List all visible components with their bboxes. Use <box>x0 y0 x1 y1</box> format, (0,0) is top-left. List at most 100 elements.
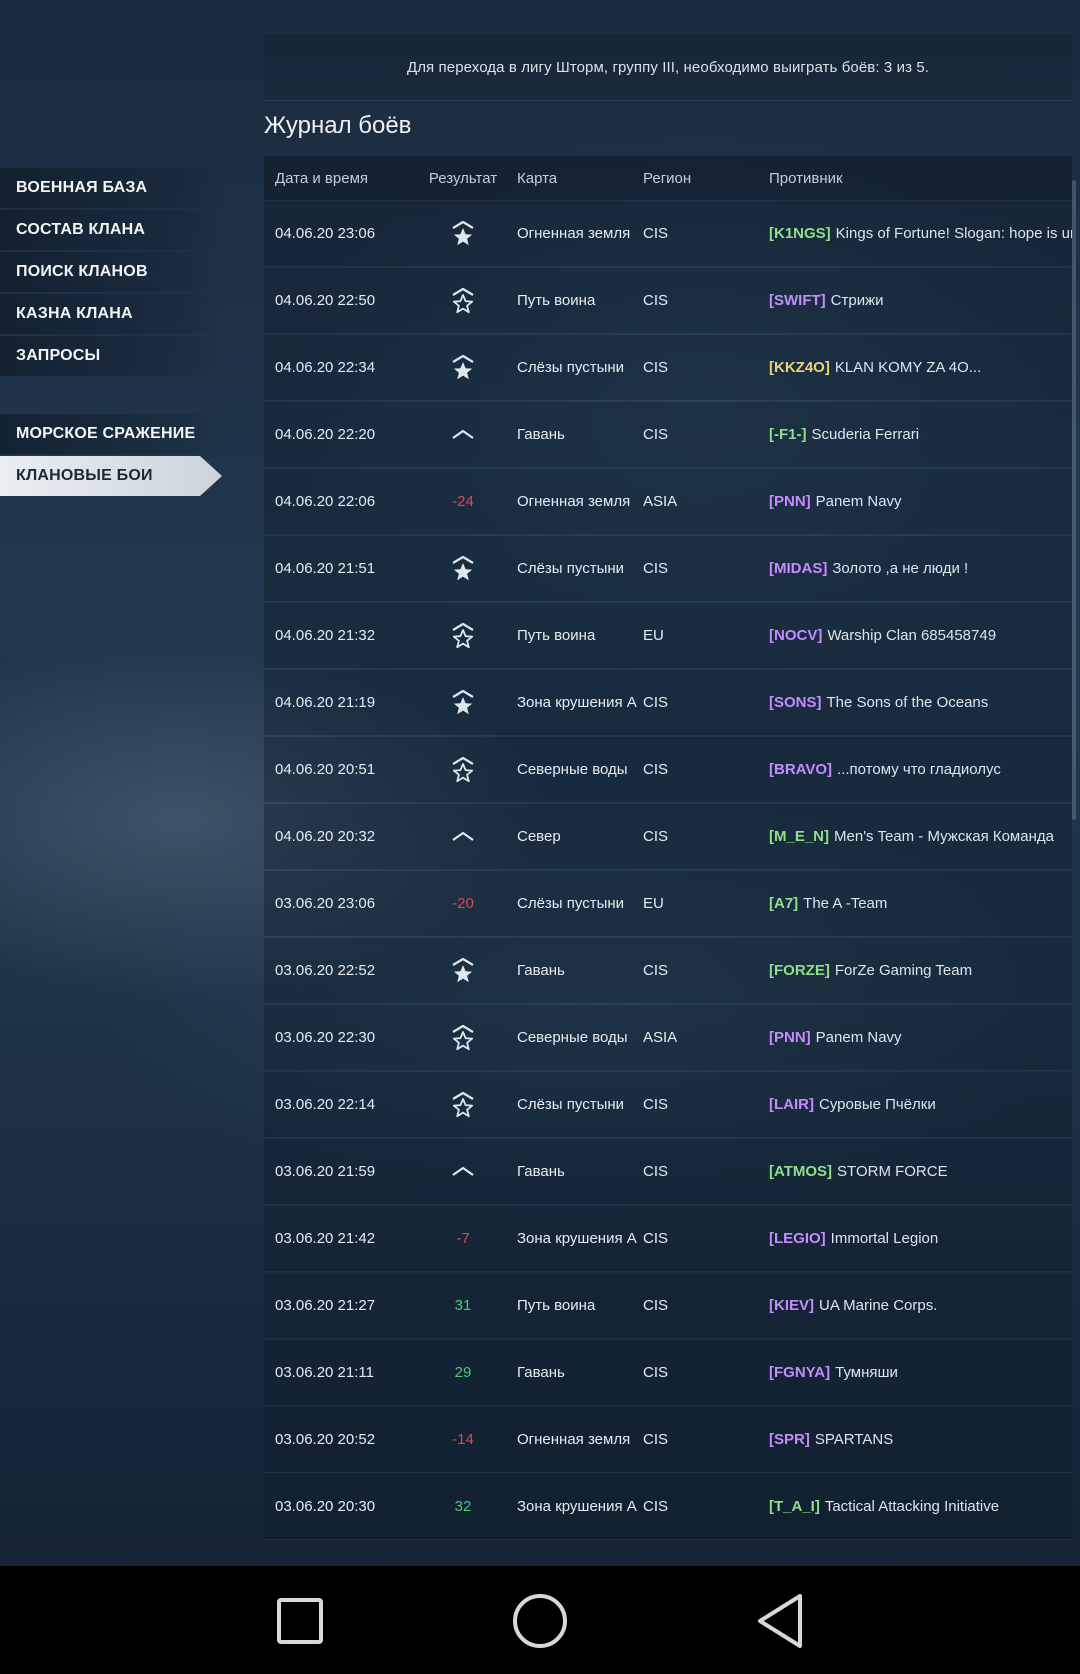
clan-name: The Sons of the Oceans <box>826 694 989 711</box>
cell-region: CIS <box>643 1297 669 1314</box>
header-opponent[interactable]: Противник <box>769 170 1072 187</box>
cell-map: Путь воина <box>517 627 596 644</box>
cell-map: Огненная земля <box>517 1431 631 1448</box>
result-points: -24 <box>452 493 474 510</box>
sidebar-item-clan-battles[interactable]: КЛАНОВЫЕ БОИ <box>0 456 222 496</box>
header-map[interactable]: Карта <box>517 170 643 187</box>
cell-opponent[interactable]: [LEGIO] Immortal Legion <box>769 1230 1072 1247</box>
cell-date: 03.06.20 23:06 <box>275 895 376 912</box>
star-outline-icon <box>409 621 517 651</box>
clan-name: Scuderia Ferrari <box>811 426 920 443</box>
table-row[interactable]: 04.06.20 20:51 Северные воды CIS [BRAVO]...… <box>264 737 1072 803</box>
table-row[interactable]: 04.06.20 21:32 Путь воина EU [NOCV] Warship … <box>264 603 1072 669</box>
cell-opponent[interactable]: [PNN] Panem Navy <box>769 1029 1072 1046</box>
sidebar-item-clan-roster[interactable]: СОСТАВ КЛАНА <box>0 210 222 250</box>
cell-opponent[interactable]: [M_E_N] Men's Team - Мужская Команда <box>769 828 1072 845</box>
back-triangle-icon[interactable] <box>750 1594 810 1648</box>
cell-date: 04.06.20 23:06 <box>275 225 376 242</box>
cell-opponent[interactable]: [-F1-] Scuderia Ferrari <box>769 426 1072 443</box>
cell-result: -14 <box>409 1431 517 1448</box>
table-row[interactable]: 03.06.20 22:14 Слёзы пустыни CIS [LAIR] Суро… <box>264 1072 1072 1138</box>
cell-result: -20 <box>409 895 517 912</box>
cell-region: CIS <box>643 828 669 845</box>
cell-region: CIS <box>643 359 669 376</box>
star-outline-icon <box>409 1023 517 1053</box>
star-filled-icon <box>409 956 517 986</box>
cell-opponent[interactable]: [K1NGS] Kings of Fortune! Slogan: hope is… <box>769 225 1072 242</box>
table-row[interactable]: 03.06.20 20:30 32 Зона крушения А CIS [T_A_I… <box>264 1474 1072 1540</box>
cell-map: Гавань <box>517 426 565 443</box>
cell-opponent[interactable]: [FORZE] ForZe Gaming Team <box>769 962 1072 979</box>
table-row[interactable]: 04.06.20 22:50 Путь воина CIS [SWIFT] Стрижи <box>264 268 1072 334</box>
clan-tag: [KKZ4O] <box>769 359 830 376</box>
cell-date: 03.06.20 22:52 <box>275 962 376 979</box>
cell-opponent[interactable]: [MIDAS] Золото ,а не люди ! <box>769 560 1072 577</box>
home-circle-icon[interactable] <box>510 1594 570 1648</box>
sidebar-item-military-base[interactable]: ВОЕННАЯ БАЗА <box>0 168 222 208</box>
header-region[interactable]: Регион <box>643 170 769 187</box>
cell-region: EU <box>643 895 664 912</box>
sidebar-item-clan-search[interactable]: ПОИСК КЛАНОВ <box>0 252 222 292</box>
cell-opponent[interactable]: [A7] The A -Team <box>769 895 1072 912</box>
cell-date: 04.06.20 21:19 <box>275 694 376 711</box>
cell-region: CIS <box>643 1230 669 1247</box>
table-row[interactable]: 03.06.20 20:52 -14 Огненная земля CIS [SPR] S… <box>264 1407 1072 1473</box>
header-result[interactable]: Результат <box>409 170 517 187</box>
clan-name: Tactical Attacking Initiative <box>824 1498 1000 1515</box>
cell-opponent[interactable]: [SPR] SPARTANS <box>769 1431 1072 1448</box>
recents-square-icon[interactable] <box>270 1594 330 1648</box>
scrollbar[interactable] <box>1072 180 1076 820</box>
cell-opponent[interactable]: [BRAVO] ...потому что гладиолус <box>769 761 1072 778</box>
clan-tag: [T_A_I] <box>769 1498 820 1515</box>
cell-date: 04.06.20 20:32 <box>275 828 376 845</box>
cell-opponent[interactable]: [NOCV] Warship Clan 685458749 <box>769 627 1072 644</box>
cell-opponent[interactable]: [SONS] The Sons of the Oceans <box>769 694 1072 711</box>
star-outline-icon <box>409 755 517 785</box>
sidebar-item-clan-treasury[interactable]: КАЗНА КЛАНА <box>0 294 222 334</box>
cell-opponent[interactable]: [KKZ4O] KLAN KOMY ZA 4O... <box>769 359 1072 376</box>
clan-name: KLAN KOMY ZA 4O... <box>834 359 982 376</box>
clan-tag: [SONS] <box>769 694 822 711</box>
clan-tag: [FGNYA] <box>769 1364 831 1381</box>
table-row[interactable]: 04.06.20 20:32 Север CIS [M_E_N] Men's Team … <box>264 804 1072 870</box>
star-filled-icon <box>409 554 517 584</box>
cell-result: -7 <box>409 1230 517 1247</box>
cell-opponent[interactable]: [LAIR] Суровые Пчёлки <box>769 1096 1072 1113</box>
cell-opponent[interactable]: [SWIFT] Стрижи <box>769 292 1072 309</box>
table-row[interactable]: 03.06.20 23:06 -20 Слёзы пустыни EU [A7] The … <box>264 871 1072 937</box>
table-row[interactable]: 04.06.20 21:51 Слёзы пустыни CIS [MIDAS] Зол… <box>264 536 1072 602</box>
clan-name: The A -Team <box>803 895 888 912</box>
cell-date: 04.06.20 21:32 <box>275 627 376 644</box>
cell-opponent[interactable]: [ATMOS] STORM FORCE <box>769 1163 1072 1180</box>
cell-date: 04.06.20 22:20 <box>275 426 376 443</box>
table-row[interactable]: 03.06.20 22:30 Северные воды ASIA [PNN] Pane… <box>264 1005 1072 1071</box>
sidebar-item-requests[interactable]: ЗАПРОСЫ <box>0 336 222 376</box>
table-row[interactable]: 03.06.20 21:42 -7 Зона крушения А CIS [LEGIO… <box>264 1206 1072 1272</box>
cell-opponent[interactable]: [PNN] Panem Navy <box>769 493 1072 510</box>
sidebar-item-naval-battle[interactable]: МОРСКОЕ СРАЖЕНИЕ <box>0 414 222 454</box>
table-row[interactable]: 04.06.20 22:06 -24 Огненная земля ASIA [PNN]… <box>264 469 1072 535</box>
table-row[interactable]: 03.06.20 21:59 Гавань CIS [ATMOS] STORM FORC… <box>264 1139 1072 1205</box>
table-row[interactable]: 03.06.20 22:52 Гавань CIS [FORZE] ForZe Gami… <box>264 938 1072 1004</box>
cell-opponent[interactable]: [KIEV] UA Marine Corps. <box>769 1297 1072 1314</box>
clan-tag: [NOCV] <box>769 627 823 644</box>
cell-map: Огненная земля <box>517 225 631 242</box>
cell-date: 04.06.20 22:06 <box>275 493 376 510</box>
table-row[interactable]: 04.06.20 22:20 Гавань CIS [-F1-] Scuderia Fe… <box>264 402 1072 468</box>
table-row[interactable]: 03.06.20 21:11 29 Гавань CIS [FGNYA] Тумняши <box>264 1340 1072 1406</box>
table-row[interactable]: 04.06.20 23:06 Огненная земля CIS [K1NGS] Ki… <box>264 201 1072 267</box>
cell-opponent[interactable]: [T_A_I] Tactical Attacking Initiative <box>769 1498 1072 1515</box>
table-row[interactable]: 04.06.20 22:34 Слёзы пустыни CIS [KKZ4O] KLA… <box>264 335 1072 401</box>
cell-opponent[interactable]: [FGNYA] Тумняши <box>769 1364 1072 1381</box>
cell-date: 03.06.20 21:42 <box>275 1230 376 1247</box>
cell-map: Гавань <box>517 1163 565 1180</box>
clan-tag: [ATMOS] <box>769 1163 833 1180</box>
table-row[interactable]: 03.06.20 21:27 31 Путь воина CIS [KIEV] UA Ma… <box>264 1273 1072 1339</box>
cell-region: CIS <box>643 426 669 443</box>
cell-region: EU <box>643 627 664 644</box>
cell-map: Слёзы пустыни <box>517 359 625 376</box>
table-row[interactable]: 04.06.20 21:19 Зона крушения А CIS [SONS] Th… <box>264 670 1072 736</box>
header-date[interactable]: Дата и время <box>264 170 409 187</box>
cell-region: CIS <box>643 1096 669 1113</box>
